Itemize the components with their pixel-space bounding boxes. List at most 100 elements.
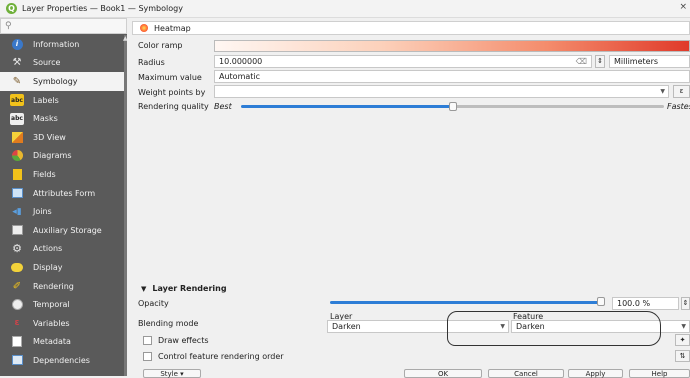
sidebar-item-label: 3D View bbox=[33, 132, 66, 142]
sidebar-item-label: Display bbox=[33, 262, 63, 272]
sidebar-item-rendering[interactable]: ✐ Rendering bbox=[0, 277, 124, 296]
opacity-value: 100.0 % bbox=[617, 299, 651, 308]
sidebar-item-fields[interactable]: Fields bbox=[0, 165, 124, 184]
sidebar-item-diagrams[interactable]: Diagrams bbox=[0, 147, 124, 166]
quality-fastest-label: Fastest bbox=[667, 102, 690, 111]
search-input[interactable]: ⚲ bbox=[0, 18, 127, 34]
sidebar-item-actions[interactable]: ⚙ Actions bbox=[0, 240, 124, 259]
sidebar-item-temporal[interactable]: Temporal bbox=[0, 295, 124, 314]
layer-blend-value: Darken bbox=[332, 322, 361, 331]
help-button-label: Help bbox=[651, 370, 668, 378]
opacity-slider-fill bbox=[330, 301, 600, 304]
sidebar-item-label: Dependencies bbox=[33, 355, 90, 365]
quality-slider-track[interactable] bbox=[454, 105, 664, 108]
info-icon: i bbox=[10, 38, 24, 50]
radius-label: Radius bbox=[138, 58, 165, 67]
sidebar-item-label: Actions bbox=[33, 244, 63, 254]
sidebar-item-label: Attributes Form bbox=[33, 188, 96, 198]
gear-icon: ⚙ bbox=[12, 242, 22, 256]
weight-field-select[interactable]: ▼ bbox=[214, 85, 669, 98]
sidebar-item-label: Masks bbox=[33, 114, 58, 124]
sidebar-item-label: Diagrams bbox=[33, 151, 72, 161]
diagrams-icon bbox=[10, 150, 24, 162]
layer-rendering-header[interactable]: ▼ Layer Rendering bbox=[141, 284, 227, 293]
sidebar-item-3d-view[interactable]: 3D View bbox=[0, 128, 124, 147]
sidebar-item-variables[interactable]: ε Variables bbox=[0, 314, 124, 333]
radius-input[interactable]: 10.000000 ⌫ bbox=[214, 55, 592, 68]
ok-button-label: OK bbox=[437, 370, 449, 378]
hand-drawn-highlight bbox=[447, 311, 661, 346]
sidebar-item-label: Fields bbox=[33, 169, 56, 179]
draw-effects-label: Draw effects bbox=[158, 336, 209, 345]
title-bar: Q Layer Properties — Book1 — Symbology × bbox=[0, 0, 690, 18]
sidebar-item-display[interactable]: Display bbox=[0, 258, 124, 277]
sidebar-item-label: Joins bbox=[33, 207, 52, 217]
form-icon bbox=[10, 187, 24, 199]
max-value-input[interactable]: Automatic bbox=[214, 70, 690, 83]
quality-slider-handle[interactable] bbox=[449, 102, 457, 111]
apply-button[interactable]: Apply bbox=[568, 369, 623, 378]
opacity-label: Opacity bbox=[138, 299, 169, 308]
heatmap-icon bbox=[140, 24, 148, 32]
sidebar-item-symbology[interactable]: ✎ Symbology bbox=[0, 72, 124, 91]
quality-slider-fill bbox=[241, 105, 454, 108]
style-button[interactable]: Style ▾ bbox=[143, 369, 201, 378]
clock-icon bbox=[10, 299, 24, 311]
order-button[interactable]: ⇅ bbox=[675, 350, 690, 362]
cancel-button[interactable]: Cancel bbox=[488, 369, 564, 378]
sidebar: ⚲ i Information ⚒ Source ✎ Symbology abc… bbox=[0, 18, 128, 376]
close-button[interactable]: × bbox=[679, 2, 687, 12]
help-button[interactable]: Help bbox=[629, 369, 690, 378]
radius-stepper[interactable]: ⇕ bbox=[595, 55, 605, 68]
sidebar-item-auxiliary-storage[interactable]: Auxiliary Storage bbox=[0, 221, 124, 240]
data-defined-button[interactable]: ε bbox=[673, 85, 690, 98]
style-button-label: Style bbox=[160, 370, 178, 378]
brush-icon: ✐ bbox=[12, 280, 22, 292]
sidebar-item-label: Variables bbox=[33, 318, 70, 328]
sidebar-item-labels[interactable]: abc Labels bbox=[0, 91, 124, 110]
weight-label: Weight points by bbox=[138, 88, 206, 97]
draw-effects-checkbox[interactable] bbox=[143, 336, 152, 345]
sidebar-nav: i Information ⚒ Source ✎ Symbology abc L… bbox=[0, 35, 124, 370]
sidebar-item-masks[interactable]: abc Masks bbox=[0, 109, 124, 128]
sidebar-item-metadata[interactable]: Metadata bbox=[0, 333, 124, 352]
symbology-icon: ✎ bbox=[12, 75, 22, 87]
dialog-button-bar: Style ▾ OK Cancel Apply Help bbox=[127, 366, 690, 378]
opacity-input[interactable]: 100.0 % bbox=[612, 297, 679, 310]
radius-unit-value: Millimeters bbox=[614, 57, 659, 66]
cancel-button-label: Cancel bbox=[514, 370, 538, 378]
chevron-down-icon: ▼ bbox=[681, 323, 686, 330]
quality-best-label: Best bbox=[214, 102, 232, 111]
sidebar-item-dependencies[interactable]: Dependencies bbox=[0, 351, 124, 370]
sidebar-item-attributes-form[interactable]: Attributes Form bbox=[0, 184, 124, 203]
effects-button[interactable]: ✦ bbox=[675, 334, 690, 346]
fields-icon bbox=[10, 168, 24, 180]
control-order-checkbox[interactable] bbox=[143, 352, 152, 361]
color-ramp-label: Color ramp bbox=[138, 41, 183, 50]
sidebar-item-information[interactable]: i Information bbox=[0, 35, 124, 54]
source-icon: ⚒ bbox=[12, 57, 22, 69]
display-icon bbox=[10, 261, 24, 273]
ok-button[interactable]: OK bbox=[404, 369, 482, 378]
opacity-slider-handle[interactable] bbox=[597, 297, 605, 306]
masks-icon: abc bbox=[10, 112, 24, 125]
renderer-select[interactable]: Heatmap bbox=[132, 21, 690, 35]
sidebar-item-source[interactable]: ⚒ Source bbox=[0, 54, 124, 73]
sidebar-item-label: Labels bbox=[33, 95, 59, 105]
metadata-icon bbox=[10, 336, 24, 348]
qgis-logo-icon: Q bbox=[6, 3, 17, 14]
sidebar-item-label: Metadata bbox=[33, 337, 71, 347]
color-ramp-button[interactable] bbox=[214, 40, 690, 52]
max-value-value: Automatic bbox=[219, 72, 261, 81]
chevron-down-icon: ▼ bbox=[660, 88, 665, 95]
sidebar-item-joins[interactable]: ◂▮ Joins bbox=[0, 202, 124, 221]
storage-icon bbox=[10, 224, 24, 236]
opacity-stepper[interactable]: ⇕ bbox=[681, 297, 690, 310]
joins-icon: ◂▮ bbox=[12, 206, 22, 217]
sidebar-item-label: Auxiliary Storage bbox=[33, 225, 102, 235]
sidebar-item-label: Symbology bbox=[33, 76, 78, 86]
sidebar-item-label: Source bbox=[33, 58, 61, 68]
quality-label: Rendering quality bbox=[138, 102, 209, 111]
radius-unit-select[interactable]: Millimeters bbox=[609, 55, 690, 68]
clear-icon[interactable]: ⌫ bbox=[576, 56, 587, 68]
